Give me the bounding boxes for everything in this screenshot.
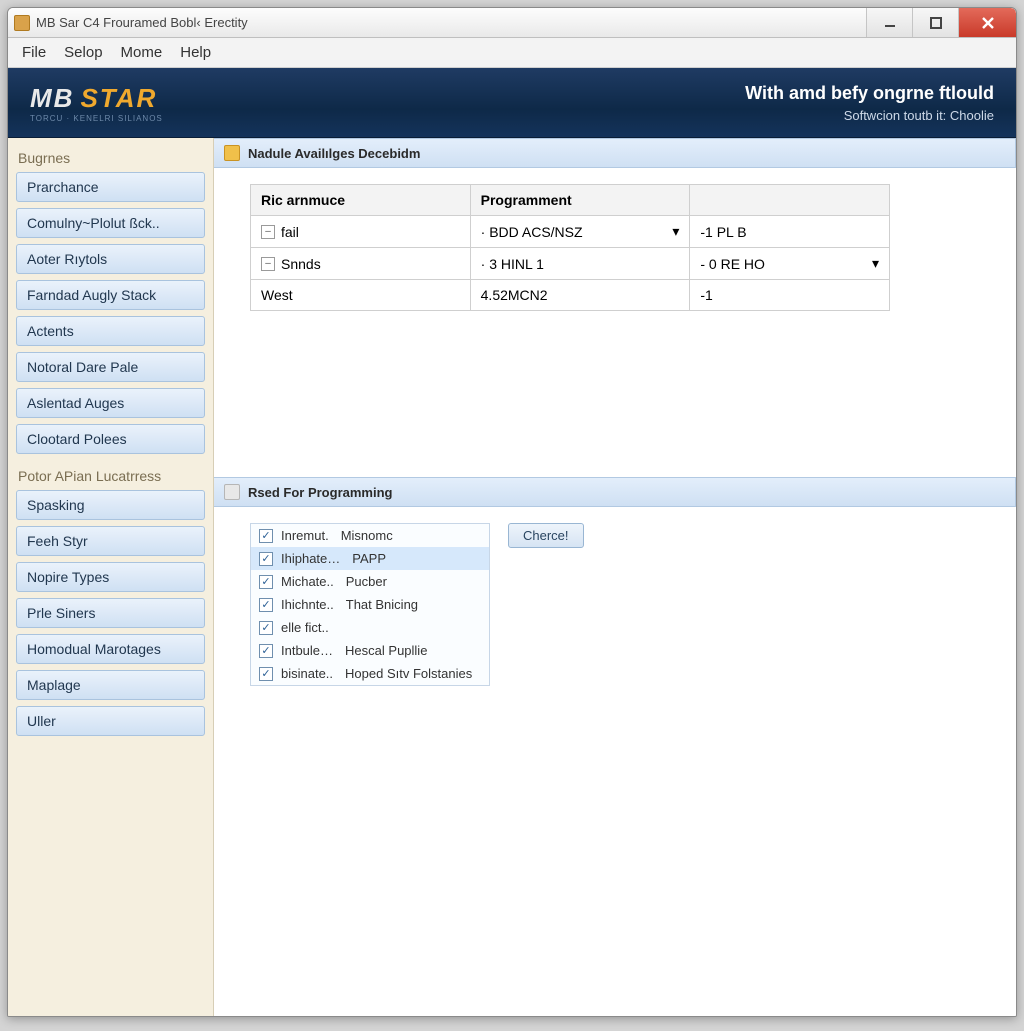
collapse-icon[interactable]: – [261, 225, 275, 239]
sidebar-item[interactable]: Notoral Dare Pale [16, 352, 205, 382]
sidebar-item[interactable]: Aslentad Auges [16, 388, 205, 418]
checkbox-icon[interactable]: ✓ [259, 644, 273, 658]
cell: · BDD ACS/NSZ [481, 224, 667, 240]
sidebar-item[interactable]: Prarchance [16, 172, 205, 202]
cell: 4.52MCN2 [481, 287, 548, 303]
checkbox-icon[interactable]: ✓ [259, 621, 273, 635]
sidebar-item[interactable]: Feeh Styr [16, 526, 205, 556]
sidebar: Bugrnes Prarchance Comulny~Plolut ßck.. … [8, 138, 214, 1016]
sidebar-item[interactable]: Actents [16, 316, 205, 346]
menu-mome[interactable]: Mome [121, 44, 163, 61]
checkbox-icon[interactable]: ✓ [259, 575, 273, 589]
sidebar-item[interactable]: Comulny~Plolut ßck.. [16, 208, 205, 238]
sidebar-group-title: Potor APian Lucatrress [18, 468, 203, 484]
col-header [690, 185, 890, 216]
chevron-down-icon[interactable]: ▾ [872, 255, 879, 272]
table-row[interactable]: –Snnds · 3 HINL 1 - 0 RE HO ▾ [251, 248, 890, 280]
document-icon [224, 484, 240, 500]
cell: -1 [700, 287, 712, 303]
app-window: MB Sar C4 Frouramed Bobl‹ Erectity File … [7, 7, 1017, 1017]
app-icon [14, 15, 30, 31]
sidebar-item[interactable]: Uller [16, 706, 205, 736]
panel-body: Ric arnmuce Programment –fail · BDD ACS/… [214, 168, 1016, 327]
cell: - 0 RE HO [700, 256, 866, 272]
logo-text-mb: MB [30, 83, 74, 113]
banner-subheading: Softwcion toutb it: Choolie [745, 108, 994, 123]
check-item[interactable]: ✓Ihichnte..That Bnicing [251, 593, 489, 616]
sidebar-group-title: Bugrnes [18, 150, 203, 166]
close-button[interactable] [958, 8, 1016, 37]
panel-programming: Rsed For Programming ✓Inremut.Misnomc ✓I… [214, 477, 1016, 702]
minimize-button[interactable] [866, 8, 912, 37]
panel-title: Nadule Availılges Decebidm [248, 146, 420, 161]
logo-subtitle: TORCU · KENELRI SILIANOS [30, 114, 163, 123]
cell: Snnds [281, 256, 321, 272]
body: Bugrnes Prarchance Comulny~Plolut ßck.. … [8, 138, 1016, 1016]
panel-header: Rsed For Programming [214, 477, 1016, 507]
logo-text-star: STAR [80, 83, 157, 113]
menu-help[interactable]: Help [180, 44, 211, 61]
panel-header: Nadule Availılges Decebidm [214, 138, 1016, 168]
cell: · 3 HINL 1 [481, 256, 544, 272]
check-item[interactable]: ✓bisinate..Hoped Sıtv Folstanies [251, 662, 489, 685]
sidebar-item[interactable]: Farndad Augly Stack [16, 280, 205, 310]
checkbox-icon[interactable]: ✓ [259, 552, 273, 566]
window-buttons [866, 8, 1016, 37]
checkbox-icon[interactable]: ✓ [259, 529, 273, 543]
sidebar-item[interactable]: Clootard Polees [16, 424, 205, 454]
sidebar-item[interactable]: Spasking [16, 490, 205, 520]
banner-right: With amd befy ongrne ftlould Softwcion t… [745, 83, 994, 123]
check-item[interactable]: ✓Intbule…Hescal Pupllie [251, 639, 489, 662]
cherce-button[interactable]: Cherce! [508, 523, 584, 548]
check-item[interactable]: ✓Ihiphate…PAPP [251, 547, 489, 570]
table-row[interactable]: West 4.52MCN2 -1 [251, 280, 890, 311]
titlebar: MB Sar C4 Frouramed Bobl‹ Erectity [8, 8, 1016, 38]
cell: West [261, 287, 293, 303]
cell: fail [281, 224, 299, 240]
logo: MBSTAR TORCU · KENELRI SILIANOS [30, 83, 163, 123]
sidebar-item[interactable]: Prle Siners [16, 598, 205, 628]
collapse-icon[interactable]: – [261, 257, 275, 271]
checkbox-icon[interactable]: ✓ [259, 598, 273, 612]
cell: -1 PL B [700, 224, 746, 240]
banner: MBSTAR TORCU · KENELRI SILIANOS With amd… [8, 68, 1016, 138]
table-header-row: Ric arnmuce Programment [251, 185, 890, 216]
panel-title: Rsed For Programming [248, 485, 392, 500]
modules-table: Ric arnmuce Programment –fail · BDD ACS/… [250, 184, 890, 311]
sidebar-item[interactable]: Aoter Rıytols [16, 244, 205, 274]
banner-heading: With amd befy ongrne ftlould [745, 83, 994, 104]
main: Nadule Availılges Decebidm Ric arnmuce P… [214, 138, 1016, 1016]
sidebar-item[interactable]: Nopire Types [16, 562, 205, 592]
check-item[interactable]: ✓Inremut.Misnomc [251, 524, 489, 547]
menu-selop[interactable]: Selop [64, 44, 102, 61]
panel-body: ✓Inremut.Misnomc ✓Ihiphate…PAPP ✓Michate… [214, 507, 1016, 702]
module-icon [224, 145, 240, 161]
menu-file[interactable]: File [22, 44, 46, 61]
col-header: Programment [470, 185, 690, 216]
menubar: File Selop Mome Help [8, 38, 1016, 68]
col-header: Ric arnmuce [251, 185, 471, 216]
programming-checklist[interactable]: ✓Inremut.Misnomc ✓Ihiphate…PAPP ✓Michate… [250, 523, 490, 686]
checkbox-icon[interactable]: ✓ [259, 667, 273, 681]
table-row[interactable]: –fail · BDD ACS/NSZ ▾ -1 PL B [251, 216, 890, 248]
window-title: MB Sar C4 Frouramed Bobl‹ Erectity [36, 15, 866, 30]
sidebar-item[interactable]: Homodual Marotages [16, 634, 205, 664]
chevron-down-icon[interactable]: ▾ [672, 223, 679, 240]
maximize-button[interactable] [912, 8, 958, 37]
check-item[interactable]: ✓Michate..Pucber [251, 570, 489, 593]
sidebar-item[interactable]: Maplage [16, 670, 205, 700]
check-item[interactable]: ✓elle fict.. [251, 616, 489, 639]
panel-modules: Nadule Availılges Decebidm Ric arnmuce P… [214, 138, 1016, 327]
